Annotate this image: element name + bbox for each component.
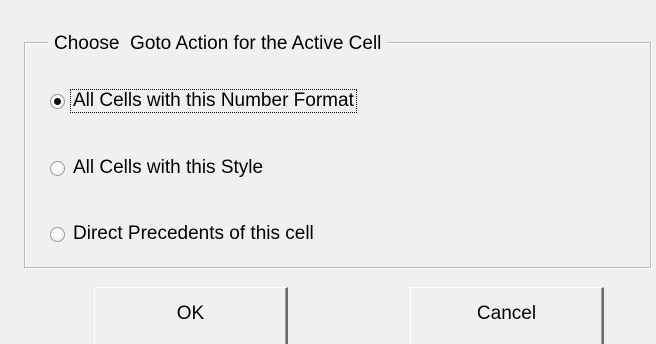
option-number-format-label: All Cells with this Number Format [70, 89, 357, 113]
option-style-label: All Cells with this Style [73, 157, 264, 178]
ok-button[interactable]: OK [94, 287, 288, 344]
option-direct-precedents[interactable]: Direct Precedents of this cell [50, 221, 316, 247]
option-direct-precedents-label: Direct Precedents of this cell [73, 223, 314, 244]
cancel-button[interactable]: Cancel [410, 287, 604, 344]
radio-style[interactable] [50, 160, 65, 176]
radio-direct-precedents[interactable] [50, 226, 65, 242]
option-number-format[interactable]: All Cells with this Number Format [50, 88, 357, 114]
goto-action-dialog: Choose Goto Action for the Active Cell A… [0, 0, 656, 344]
group-title: Choose Goto Action for the Active Cell [48, 33, 388, 55]
option-style[interactable]: All Cells with this Style [50, 155, 265, 181]
radio-number-format[interactable] [50, 93, 65, 109]
